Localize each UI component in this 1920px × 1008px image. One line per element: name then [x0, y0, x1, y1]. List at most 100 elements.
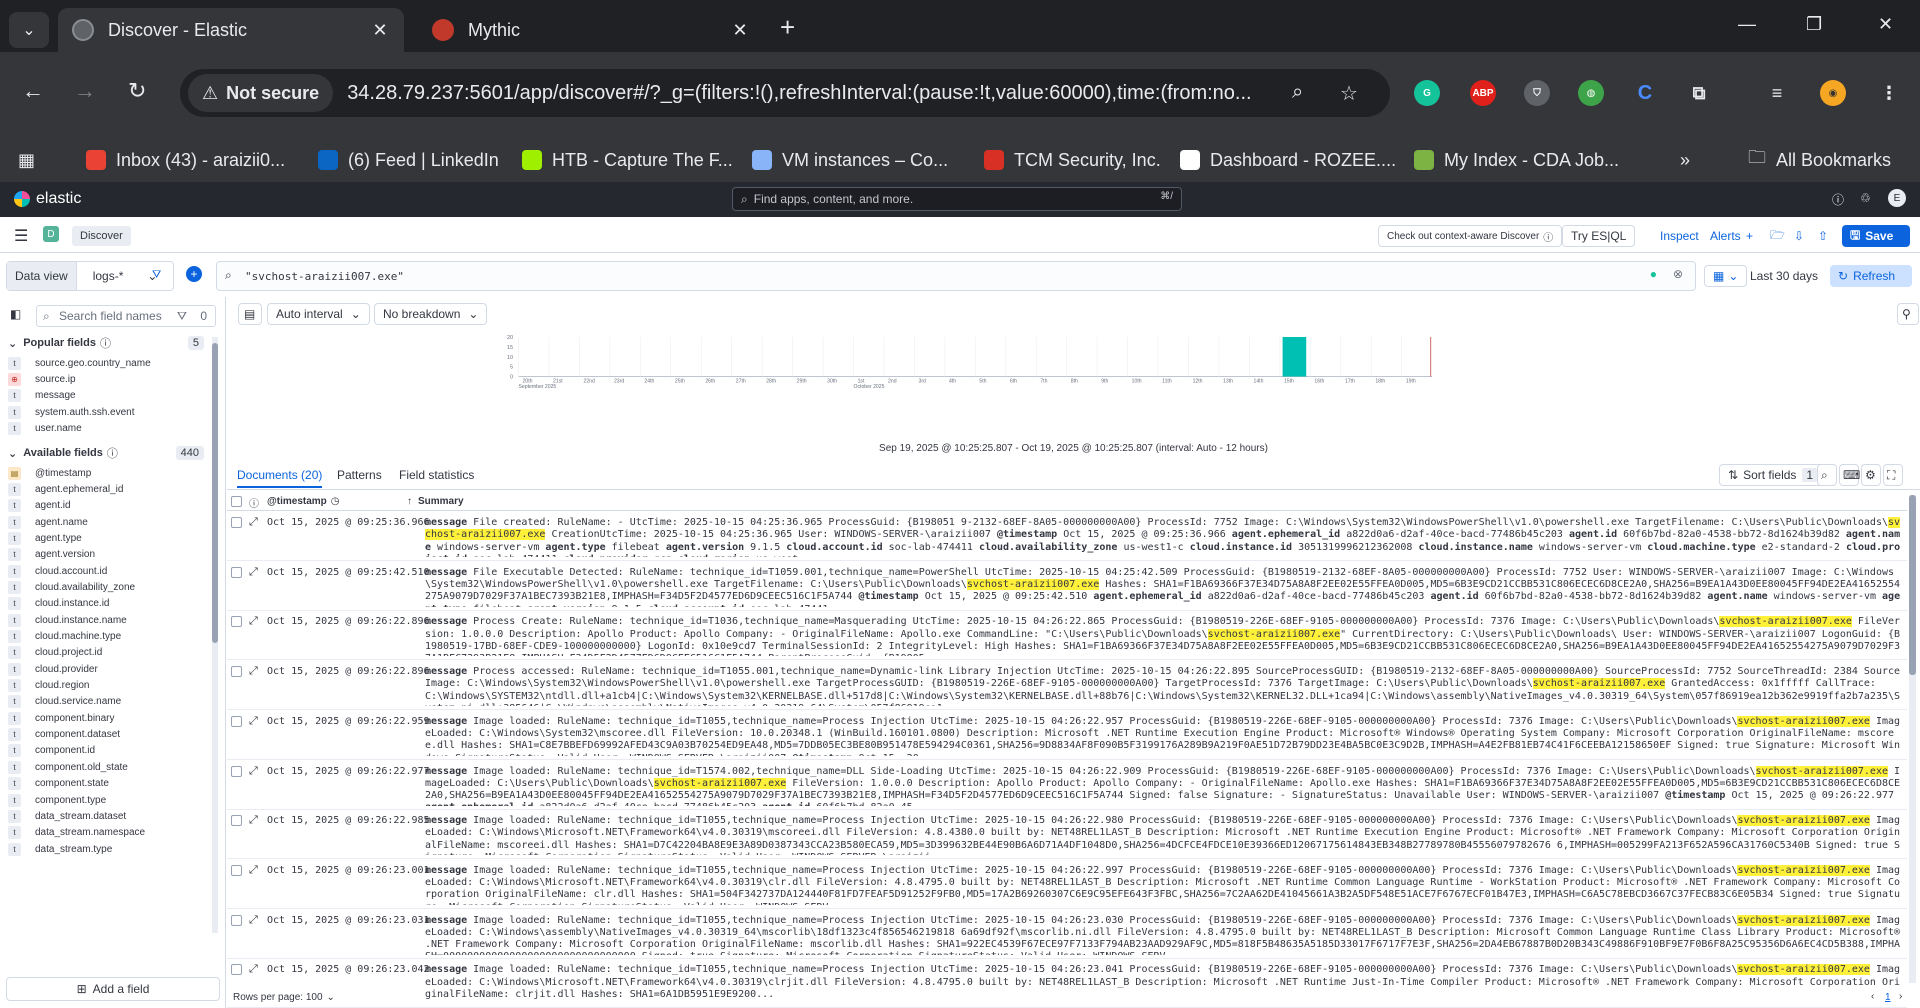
grid-scrollbar[interactable]: [1909, 495, 1916, 983]
row-checkbox[interactable]: [231, 616, 242, 628]
global-search-input[interactable]: ⌕ Find apps, content, and more. ⌘/: [732, 187, 1182, 211]
space-avatar[interactable]: D: [43, 226, 59, 242]
browser-tab-discover[interactable]: Discover - Elastic ✕: [58, 8, 404, 52]
row-checkbox[interactable]: [231, 864, 242, 876]
table-row[interactable]: ⤢ Oct 15, 2025 @ 09:26:22.977 message Imag…: [227, 761, 1907, 810]
grid-search-icon[interactable]: ⌕: [1817, 464, 1837, 486]
shield-extension-icon[interactable]: ⛉: [1524, 80, 1550, 106]
context-aware-button[interactable]: Check out context-aware Discover ⓘ: [1378, 225, 1563, 247]
date-quick-menu[interactable]: ▦ ⌄: [1704, 265, 1748, 287]
expand-icon[interactable]: ⤢: [249, 963, 258, 976]
bookmark-htb[interactable]: HTB - Capture The F...: [522, 138, 733, 182]
scrollbar-thumb[interactable]: [212, 343, 218, 643]
row-checkbox[interactable]: [231, 566, 242, 578]
security-chip[interactable]: ⚠ Not secure: [188, 74, 334, 112]
collapse-sidebar-icon[interactable]: ◧: [10, 307, 21, 321]
interval-select[interactable]: Auto interval ⌄: [267, 303, 370, 325]
news-icon[interactable]: ♲: [1860, 191, 1871, 205]
bookmark-cda[interactable]: My Index - CDA Job...: [1414, 138, 1619, 182]
new-tab-button[interactable]: +: [780, 12, 795, 43]
elastic-logo[interactable]: elastic: [14, 190, 81, 208]
new-icon[interactable]: +: [1738, 225, 1761, 247]
table-row[interactable]: ⤢ Oct 15, 2025 @ 09:26:23.001 message Imag…: [227, 860, 1907, 909]
add-field-button[interactable]: ⊞ Add a field: [6, 977, 220, 1001]
popular-fields-header[interactable]: ⌄ Popular fields ⓘ 5: [8, 335, 204, 351]
share-icon[interactable]: ⇧: [1810, 225, 1836, 247]
reload-icon[interactable]: ↻: [128, 78, 146, 104]
row-checkbox[interactable]: [231, 815, 242, 827]
bookmark-star-icon[interactable]: ☆: [1340, 81, 1358, 106]
more-bookmarks-icon[interactable]: »: [1680, 138, 1690, 182]
row-checkbox[interactable]: [231, 517, 242, 528]
row-checkbox[interactable]: [231, 964, 242, 976]
row-checkbox[interactable]: [231, 914, 242, 926]
inspect-button[interactable]: Inspect: [1652, 225, 1707, 247]
hamburger-menu-icon[interactable]: ☰: [14, 226, 28, 246]
table-row[interactable]: ⤢ Oct 15, 2025 @ 09:26:22.985 message Imag…: [227, 810, 1907, 860]
window-close-icon[interactable]: ✕: [1878, 14, 1893, 35]
extensions-puzzle-icon[interactable]: ⧉: [1686, 80, 1712, 106]
table-row[interactable]: ⤢ Oct 15, 2025 @ 09:26:22.896 message Proc…: [227, 611, 1907, 661]
back-arrow-icon[interactable]: ←: [22, 78, 44, 104]
tab-patterns[interactable]: Patterns: [337, 468, 382, 482]
table-row[interactable]: ⤢ Oct 15, 2025 @ 09:26:23.031 message Imag…: [227, 910, 1907, 959]
toggle-chart-icon[interactable]: ▤: [238, 303, 262, 325]
download-icon[interactable]: ⇩: [1786, 225, 1812, 247]
filter-icon[interactable]: ⛛: [177, 309, 187, 324]
bookmark-vm-instances[interactable]: VM instances – Co...: [752, 138, 948, 182]
profile-avatar[interactable]: ◉: [1820, 80, 1846, 106]
forward-arrow-icon[interactable]: →: [74, 78, 96, 104]
page-number[interactable]: 1: [1885, 992, 1891, 1003]
keyboard-icon[interactable]: ⌨: [1839, 464, 1860, 486]
browser-tab-mythic[interactable]: Mythic ✕: [418, 8, 764, 52]
url-text[interactable]: 34.28.79.237:5601/app/discover#/?_g=(fil…: [347, 82, 1307, 105]
data-view-picker[interactable]: Data view logs-* ⌄: [6, 261, 175, 291]
expand-icon[interactable]: ⤢: [249, 615, 258, 628]
expand-icon[interactable]: ⤢: [249, 665, 258, 678]
zoom-icon[interactable]: ⌕: [1292, 81, 1303, 104]
restore-icon[interactable]: ❐: [1806, 14, 1822, 35]
select-all-checkbox[interactable]: [231, 496, 242, 507]
close-icon[interactable]: ✕: [730, 20, 750, 41]
all-bookmarks[interactable]: 🗀 All Bookmarks: [1748, 138, 1891, 182]
bookmark-dashboard[interactable]: Dashboard - ROZEE....: [1180, 138, 1396, 182]
apps-grid-icon[interactable]: ▦: [18, 138, 35, 182]
sort-fields-button[interactable]: ⇅ Sort fields 1: [1719, 464, 1827, 486]
table-row[interactable]: ⤢ Oct 15, 2025 @ 09:26:22.959 message Imag…: [227, 711, 1907, 760]
media-control-icon[interactable]: ≡: [1764, 80, 1790, 106]
row-checkbox[interactable]: [231, 666, 242, 678]
tab-search-button[interactable]: ⌄: [9, 12, 49, 48]
omnibox[interactable]: ⚠ Not secure 34.28.79.237:5601/app/discov…: [180, 69, 1390, 117]
minimize-icon[interactable]: —: [1738, 14, 1756, 35]
sidebar-scrollbar[interactable]: [212, 337, 218, 933]
row-checkbox[interactable]: [231, 765, 242, 777]
scrollbar-thumb[interactable]: [1909, 495, 1916, 675]
tab-documents[interactable]: Documents (20): [237, 468, 323, 488]
tab-field-statistics[interactable]: Field statistics: [399, 468, 474, 482]
clear-icon[interactable]: ⊗: [1673, 267, 1683, 281]
browser-menu-icon[interactable]: ⋮: [1876, 80, 1902, 106]
histogram-bar[interactable]: [1282, 337, 1307, 377]
globe-extension-icon[interactable]: ◍: [1578, 80, 1604, 106]
table-row[interactable]: ⤢ Oct 15, 2025 @ 09:25:36.966 message File…: [227, 512, 1907, 561]
table-row[interactable]: ⤢ Oct 15, 2025 @ 09:26:22.896 message Proc…: [227, 661, 1907, 711]
add-filter-icon[interactable]: +: [186, 266, 202, 282]
bookmark-tcm[interactable]: TCM Security, Inc.: [984, 138, 1161, 182]
expand-icon[interactable]: ⤢: [249, 715, 258, 728]
try-esql-button[interactable]: Try ES|QL: [1562, 225, 1636, 247]
expand-icon[interactable]: ⤢: [249, 765, 258, 778]
breakdown-select[interactable]: No breakdown ⌄: [374, 303, 488, 325]
help-icon[interactable]: ⓘ: [1832, 191, 1844, 208]
field-search-input[interactable]: ⌕ Search field names ⛛ 0: [36, 305, 216, 327]
user-avatar[interactable]: E: [1888, 189, 1906, 207]
refresh-button[interactable]: ↻ Refresh: [1830, 265, 1912, 287]
expand-icon[interactable]: ⤢: [249, 814, 258, 827]
table-row[interactable]: ⤢ Oct 15, 2025 @ 09:25:42.510 message File…: [227, 562, 1907, 611]
prev-page-icon[interactable]: ‹: [1871, 991, 1874, 1002]
bookmark-gmail[interactable]: Inbox (43) - araizii0...: [86, 138, 285, 182]
next-page-icon[interactable]: ›: [1899, 991, 1902, 1002]
expand-icon[interactable]: ⤢: [249, 864, 258, 877]
column-header-summary[interactable]: ↑ Summary: [407, 496, 464, 507]
fullscreen-icon[interactable]: ⛶: [1883, 464, 1903, 486]
adblock-icon[interactable]: ABP: [1470, 80, 1496, 106]
